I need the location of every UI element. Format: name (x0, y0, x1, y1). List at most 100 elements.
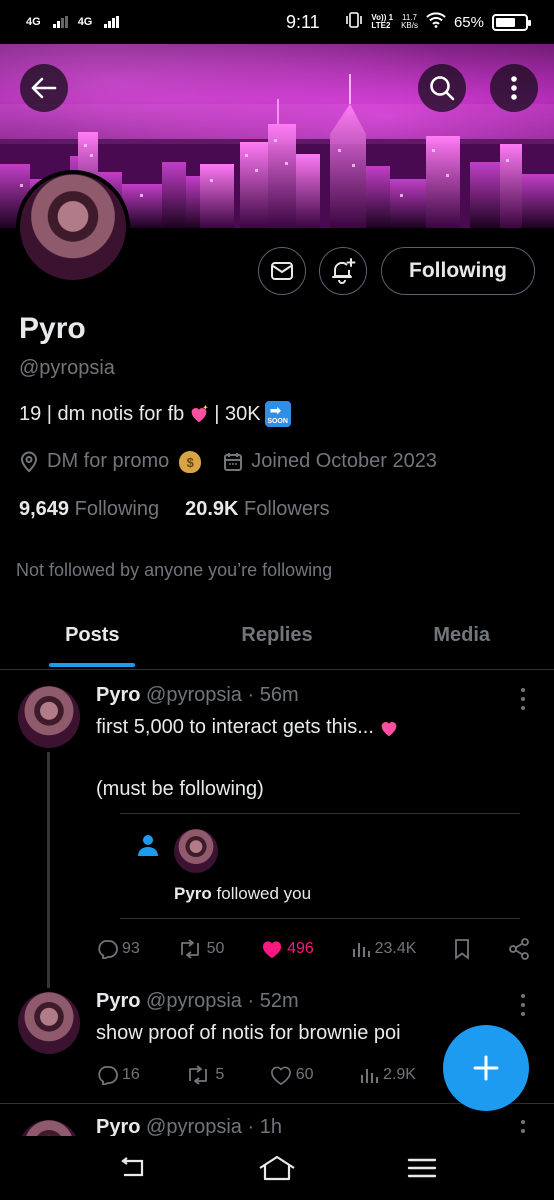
clock: 9:11 (286, 11, 320, 32)
status-right: Vo)) 1 LTE2 11.7 KB/s 65% (345, 12, 531, 32)
nav-home-button[interactable] (247, 1143, 307, 1193)
person-icon (136, 833, 160, 862)
post-more-icon[interactable] (516, 994, 530, 1016)
post-meta: @pyropsia · 1h (146, 1116, 282, 1136)
envelope-icon (271, 262, 293, 280)
repost-icon (189, 1065, 208, 1085)
message-button[interactable] (258, 247, 306, 295)
calendar-icon (224, 452, 243, 471)
back-button[interactable] (20, 64, 68, 112)
compose-button[interactable] (443, 1025, 529, 1111)
repost-action[interactable]: 50 (177, 939, 225, 959)
joined-text: Joined October 2023 (251, 450, 437, 472)
network-type-2: 4G (77, 16, 93, 28)
post-header: Pyro @pyropsia · 56m (96, 684, 299, 707)
reply-count: 16 (122, 1066, 140, 1083)
like-count: 60 (295, 1066, 314, 1083)
location-text: DM for promo (47, 450, 170, 472)
bookmark-action[interactable] (453, 938, 471, 960)
following-count: 9,649 (19, 498, 70, 520)
nav-back-icon (121, 1157, 144, 1177)
like-action[interactable]: 496 (261, 939, 314, 959)
post-actions: 93 50 496 23.4K (96, 938, 530, 960)
nav-menu-button[interactable] (392, 1143, 452, 1193)
more-vertical-icon (511, 76, 517, 100)
views-count: 2.9K (383, 1066, 416, 1083)
post-avatar[interactable] (18, 686, 80, 748)
views-action[interactable]: 2.9K (359, 1065, 416, 1085)
profile-tabs: Posts Replies Media (0, 612, 554, 670)
heart-outline-icon (270, 1066, 291, 1085)
tab-replies[interactable]: Replies (185, 612, 370, 669)
follow-stats: 9,649 Following 20.9K Followers (19, 498, 330, 521)
reply-action[interactable]: 16 (96, 1065, 140, 1085)
nav-back-button[interactable] (102, 1143, 162, 1193)
analytics-icon (352, 943, 370, 957)
bio-text-2: | 30K (214, 402, 261, 425)
reply-action[interactable]: 93 (96, 939, 140, 959)
more-options-button[interactable] (490, 64, 538, 112)
bell-plus-icon (332, 258, 356, 284)
not-followed-note: Not followed by anyone you’re following (16, 560, 333, 580)
post-more-icon[interactable] (516, 1120, 530, 1136)
following-label: Following (74, 498, 160, 520)
notifications-button[interactable] (319, 247, 367, 295)
quote-action: followed you (216, 884, 312, 903)
post-author-name[interactable]: Pyro (96, 990, 140, 1012)
nav-menu-icon (407, 1158, 436, 1178)
post-author-name[interactable]: Pyro (96, 684, 140, 706)
followers-stat[interactable]: 20.9K Followers (185, 498, 330, 521)
reply-count: 93 (122, 940, 140, 957)
status-bar: 4G 4G 9:11 Vo)) 1 LTE2 11.7 KB/s 65% (0, 0, 554, 44)
quote-divider-bottom (120, 918, 520, 919)
post-header: Pyro @pyropsia · 52m (96, 990, 299, 1013)
vibrate-icon (345, 12, 363, 32)
post-actions: 16 5 60 2.9K (96, 1065, 416, 1085)
signal-icon-2 (104, 16, 120, 28)
search-button[interactable] (418, 64, 466, 112)
reply-icon (98, 1066, 118, 1085)
views-action[interactable]: 23.4K (351, 939, 416, 959)
signal-icon (52, 16, 68, 28)
quote-text: Pyro followed you (174, 884, 311, 904)
post-avatar[interactable] (18, 1120, 80, 1136)
plus-icon (473, 1055, 499, 1081)
location-pin-icon (20, 451, 38, 472)
network-type-1: 4G (26, 16, 41, 28)
following-button[interactable]: Following (381, 247, 535, 295)
quote-divider-top (120, 813, 520, 814)
tab-media[interactable]: Media (369, 612, 554, 669)
post-header: Pyro @pyropsia · 1h (96, 1116, 282, 1136)
post-partial: Pyro @pyropsia · 1h (0, 1104, 554, 1136)
quote-name: Pyro (174, 884, 212, 903)
volte-label: Vo)) 1 LTE2 (371, 13, 394, 30)
search-icon (430, 76, 455, 101)
post-meta: @pyropsia · 52m (146, 990, 299, 1012)
followers-count: 20.9K (185, 498, 239, 520)
profile-avatar[interactable] (16, 170, 130, 284)
money-bag-icon: $ (179, 450, 202, 473)
sparkling-heart-icon (191, 404, 209, 423)
following-stat[interactable]: 9,649 Following (19, 498, 159, 521)
post-meta: @pyropsia · 56m (146, 684, 299, 706)
post-author-name[interactable]: Pyro (96, 1116, 140, 1136)
arrow-left-icon (31, 77, 57, 99)
bookmark-icon (455, 939, 470, 960)
repost-icon (180, 939, 199, 959)
profile-meta: DM for promo $ Joined October 2023 (19, 450, 437, 473)
share-icon (509, 938, 529, 960)
like-action[interactable]: 60 (270, 1065, 314, 1085)
post-more-icon[interactable] (516, 688, 530, 710)
tab-posts[interactable]: Posts (0, 612, 185, 669)
post-avatar[interactable] (18, 992, 80, 1054)
reply-icon (98, 940, 118, 959)
soon-arrow-icon: SOON (264, 401, 291, 427)
display-name: Pyro (19, 312, 86, 345)
bio-text: 19 | dm notis for fb (19, 402, 185, 425)
speed-label: 11.7 KB/s (401, 13, 418, 30)
battery-icon (492, 13, 531, 31)
nav-home-icon (259, 1155, 295, 1181)
repost-count: 50 (206, 940, 225, 957)
share-action[interactable] (508, 938, 530, 960)
repost-action[interactable]: 5 (185, 1065, 224, 1085)
